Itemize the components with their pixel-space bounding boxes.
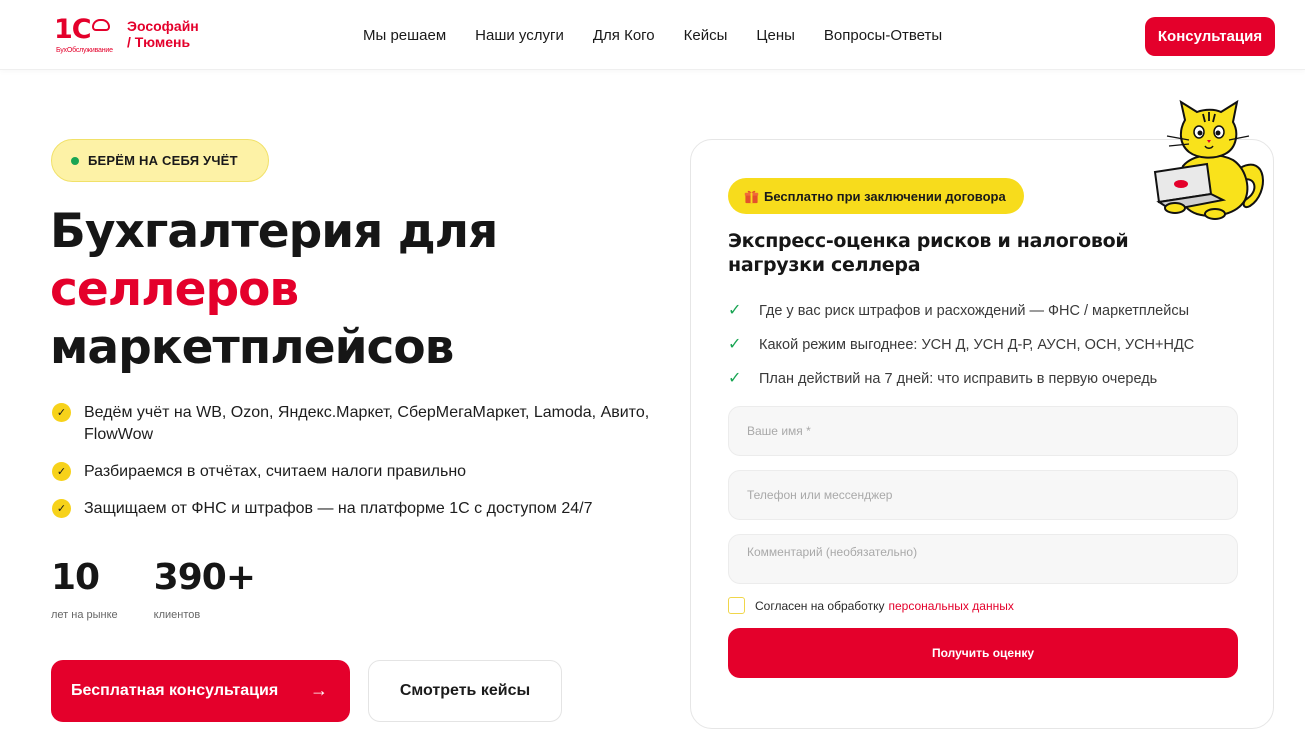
personal-data-link[interactable]: персональных данных — [888, 599, 1013, 613]
benefit-text: Какой режим выгоднее: УСН Д, УСН Д-Р, АУ… — [759, 337, 1195, 353]
consultation-button[interactable]: Консультация — [1145, 17, 1275, 56]
check-icon: ✓ — [728, 302, 742, 319]
hero-title-accent: селлеров — [50, 262, 299, 317]
arrow-right-icon: → — [310, 680, 328, 700]
free-badge: Бесплатно при заключении договора — [728, 178, 1024, 214]
hero-pill-badge: БЕРЁМ НА СЕБЯ УЧЁТ — [51, 139, 269, 182]
nav-item-faq[interactable]: Вопросы-Ответы — [824, 27, 942, 45]
benefit-item: ✓ Где у вас риск штрафов и расхождений —… — [728, 302, 1194, 320]
logo-brand: Эософайн / Тюмень — [127, 18, 199, 50]
hero-title-line1: Бухгалтерия для — [50, 204, 498, 259]
cat-mascot-illustration — [1153, 99, 1264, 220]
consent-text: Согласен на обработку — [755, 598, 885, 613]
logo-1c-mark: 1С БухОбслуживание — [52, 14, 113, 58]
check-circle-icon: ✓ — [52, 499, 71, 518]
feature-item: ✓ Разбираемся в отчётах, считаем налоги … — [52, 461, 652, 483]
logo-mark-text: 1С — [54, 14, 92, 45]
green-dot-icon — [71, 156, 79, 165]
stat-years: 10 лет на рынке — [51, 557, 118, 621]
free-consultation-label: Бесплатная консультация — [71, 682, 279, 699]
feature-item: ✓ Защищаем от ФНС и штрафов — на платфор… — [52, 498, 652, 520]
feature-text: Разбираемся в отчётах, считаем налоги пр… — [84, 463, 467, 480]
logo-brand-line1: Эософайн — [127, 18, 199, 34]
logo-brand-line2: / Тюмень — [127, 34, 191, 50]
nav-item-cases[interactable]: Кейсы — [684, 27, 728, 45]
hero-title: Бухгалтерия для селлеров маркетплейсов — [50, 203, 650, 377]
free-consultation-button[interactable]: Бесплатная консультация → — [51, 660, 350, 722]
logo[interactable]: 1С БухОбслуживание Эософайн / Тюмень — [52, 14, 212, 58]
stats-row: 10 лет на рынке 390+ клиентов — [51, 557, 291, 621]
stat-value: 10 — [51, 557, 100, 598]
consent-row: Согласен на обработку персональных данны… — [728, 597, 1014, 614]
consent-checkbox[interactable] — [728, 597, 745, 614]
nav-item-problems[interactable]: Мы решаем — [363, 27, 446, 45]
stat-value: 390+ — [153, 557, 256, 598]
feature-item: ✓ Ведём учёт на WB, Ozon, Яндекс.Маркет,… — [52, 402, 652, 446]
hero-pill-text: БЕРЁМ НА СЕБЯ УЧЁТ — [88, 153, 238, 168]
hero-title-line3: маркетплейсов — [50, 320, 454, 375]
contact-input[interactable] — [728, 470, 1238, 520]
free-badge-text: Бесплатно при заключении договора — [764, 188, 1006, 204]
gift-icon — [744, 190, 759, 203]
name-input[interactable] — [728, 406, 1238, 456]
stat-clients: 390+ клиентов — [153, 557, 256, 621]
form-title: Экспресс-оценка рисков и налоговой нагру… — [728, 230, 1129, 276]
logo-mark-subtitle: БухОбслуживание — [56, 47, 113, 54]
check-icon: ✓ — [728, 336, 742, 353]
check-icon: ✓ — [728, 370, 742, 387]
nav-item-audience[interactable]: Для Кого — [593, 27, 655, 45]
benefit-text: План действий на 7 дней: что исправить в… — [759, 371, 1158, 387]
check-circle-icon: ✓ — [52, 403, 71, 422]
benefit-item: ✓ План действий на 7 дней: что исправить… — [728, 370, 1194, 388]
view-cases-button[interactable]: Смотреть кейсы — [368, 660, 562, 722]
comment-input[interactable] — [728, 534, 1238, 584]
hero-feature-list: ✓ Ведём учёт на WB, Ozon, Яндекс.Маркет,… — [52, 402, 652, 535]
form-benefit-list: ✓ Где у вас риск штрафов и расхождений —… — [728, 302, 1194, 404]
site-header: 1С БухОбслуживание Эософайн / Тюмень Мы … — [0, 0, 1305, 70]
assessment-form-card: Бесплатно при заключении договора Экспре… — [690, 139, 1274, 729]
feature-text: Защищаем от ФНС и штрафов — на платформе… — [84, 500, 593, 517]
get-assessment-button[interactable]: Получить оценку — [728, 628, 1238, 678]
nav-item-services[interactable]: Наши услуги — [475, 27, 564, 45]
nav-item-prices[interactable]: Цены — [756, 27, 795, 45]
check-circle-icon: ✓ — [52, 462, 71, 481]
benefit-item: ✓ Какой режим выгоднее: УСН Д, УСН Д-Р, … — [728, 336, 1194, 354]
feature-text: Ведём учёт на WB, Ozon, Яндекс.Маркет, С… — [84, 404, 650, 443]
stat-label: лет на рынке — [51, 609, 118, 621]
main-nav: Мы решаем Наши услуги Для Кого Кейсы Цен… — [363, 27, 942, 45]
benefit-text: Где у вас риск штрафов и расхождений — Ф… — [759, 303, 1190, 319]
stat-label: клиентов — [153, 609, 201, 621]
cloud-icon — [92, 19, 110, 31]
